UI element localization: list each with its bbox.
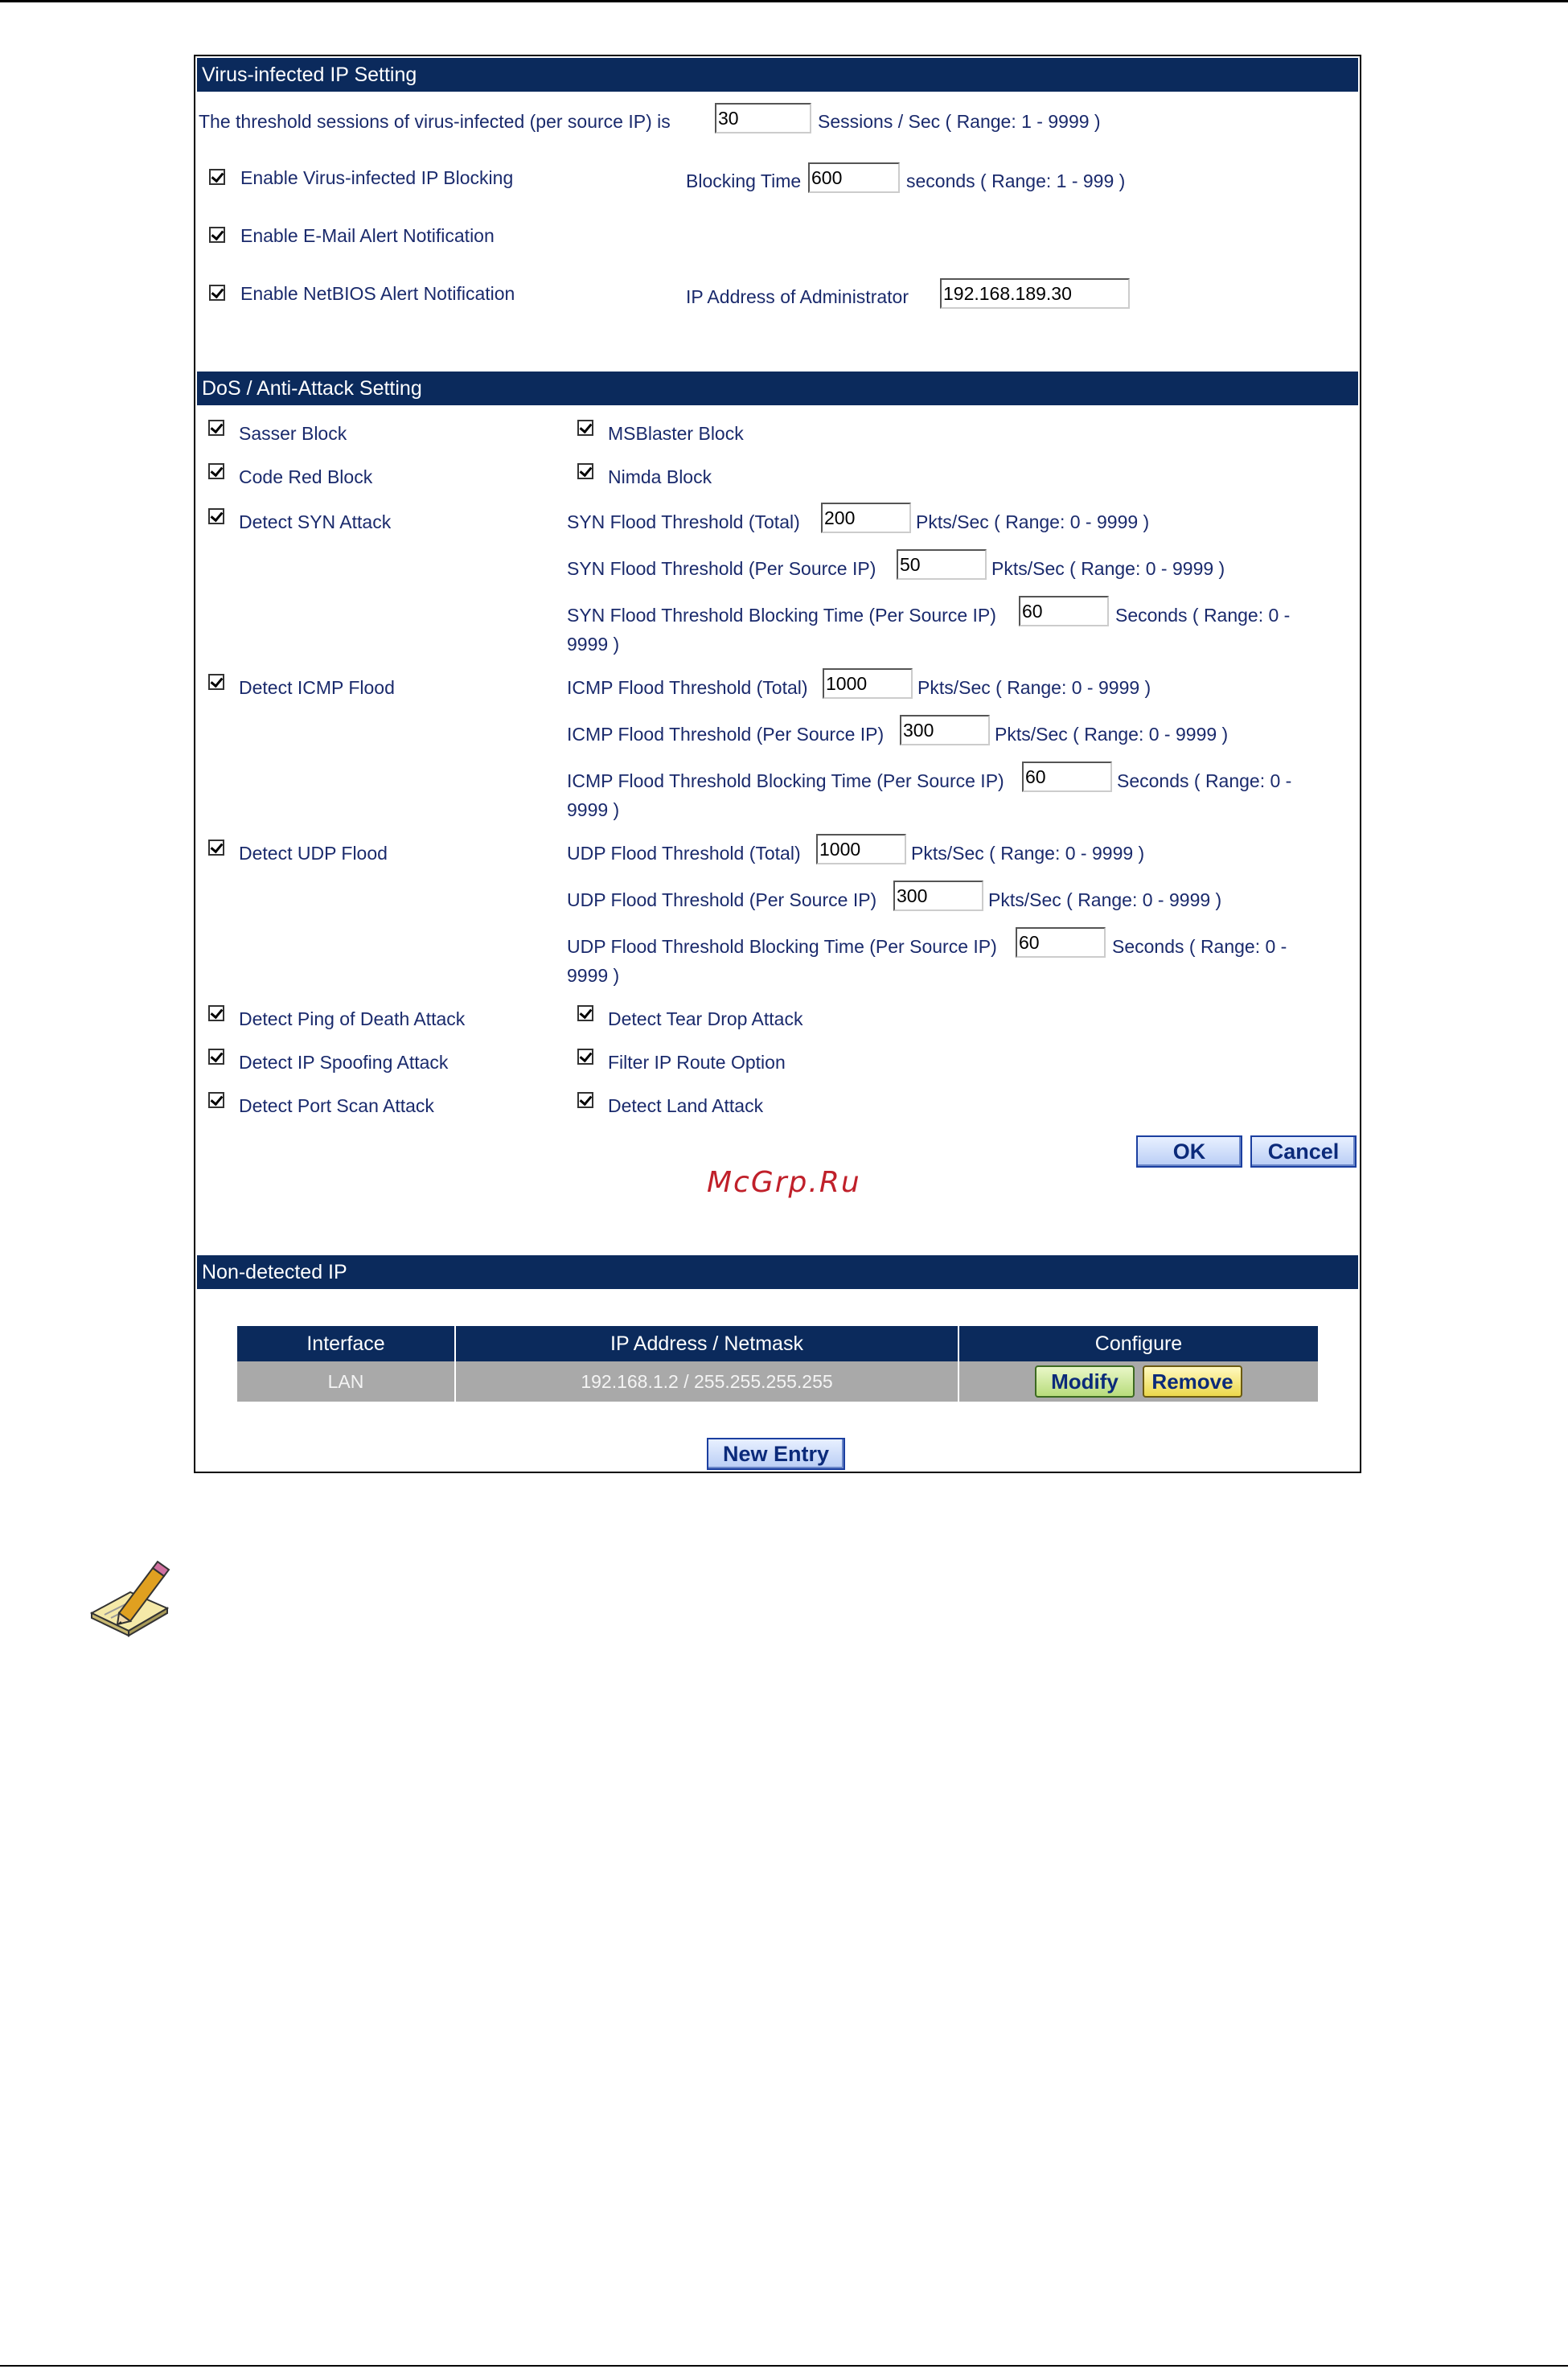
ip-spoofing-label: Detect IP Spoofing Attack	[239, 1052, 449, 1073]
icmp-label: Detect ICMP Flood	[239, 677, 395, 698]
syn-block-input[interactable]	[1019, 596, 1109, 626]
ping-of-death-label: Detect Ping of Death Attack	[239, 1008, 466, 1029]
filter-ip-route-label: Filter IP Route Option	[608, 1052, 786, 1073]
tear-drop-checkbox[interactable]	[577, 1005, 593, 1021]
icmp-total-label: ICMP Flood Threshold (Total)	[567, 677, 808, 698]
ip-spoofing-checkbox[interactable]	[208, 1049, 224, 1065]
ping-of-death-checkbox[interactable]	[208, 1005, 224, 1021]
email-alert-checkbox[interactable]	[209, 227, 225, 243]
email-alert-label: Enable E-Mail Alert Notification	[240, 225, 495, 246]
udp-per-input[interactable]	[893, 881, 983, 911]
syn-block-label: SYN Flood Threshold Blocking Time (Per S…	[567, 605, 996, 626]
msblaster-checkbox[interactable]	[577, 420, 593, 436]
threshold-label: The threshold sessions of virus-infected…	[199, 111, 671, 132]
udp-per-label: UDP Flood Threshold (Per Source IP)	[567, 889, 877, 910]
udp-total-input[interactable]	[816, 834, 906, 864]
column-header-interface: Interface	[237, 1326, 456, 1361]
land-attack-checkbox[interactable]	[577, 1092, 593, 1108]
enable-blocking-checkbox[interactable]	[209, 169, 225, 185]
nimda-label: Nimda Block	[608, 466, 712, 487]
nondetected-section-header: Non-detected IP	[197, 1255, 1358, 1289]
syn-per-input[interactable]	[897, 549, 987, 580]
udp-block-input[interactable]	[1016, 927, 1106, 958]
column-header-ip-netmask: IP Address / Netmask	[455, 1326, 959, 1361]
syn-total-label: SYN Flood Threshold (Total)	[567, 511, 800, 532]
syn-label: Detect SYN Attack	[239, 511, 392, 532]
new-entry-button[interactable]: New Entry	[707, 1438, 845, 1470]
udp-block-unit: Seconds ( Range: 0 -	[1112, 936, 1287, 957]
udp-total-label: UDP Flood Threshold (Total)	[567, 843, 801, 864]
udp-checkbox[interactable]	[208, 840, 224, 856]
row-interface: LAN	[237, 1361, 456, 1402]
dos-section-header: DoS / Anti-Attack Setting	[197, 372, 1358, 405]
ok-button[interactable]: OK	[1136, 1135, 1242, 1168]
syn-per-unit: Pkts/Sec ( Range: 0 - 9999 )	[991, 558, 1225, 579]
netbios-alert-label: Enable NetBIOS Alert Notification	[240, 283, 515, 304]
virus-section-header: Virus-infected IP Setting	[197, 58, 1358, 92]
threshold-input[interactable]	[715, 103, 811, 133]
icmp-total-input[interactable]	[823, 668, 913, 699]
filter-ip-route-checkbox[interactable]	[577, 1049, 593, 1065]
row-configure: Modify Remove	[958, 1361, 1318, 1402]
enable-blocking-label: Enable Virus-infected IP Blocking	[240, 167, 514, 188]
icmp-checkbox[interactable]	[208, 674, 224, 690]
codered-label: Code Red Block	[239, 466, 373, 487]
udp-block-label: UDP Flood Threshold Blocking Time (Per S…	[567, 936, 997, 957]
blocking-time-label: Blocking Time	[686, 170, 802, 191]
port-scan-label: Detect Port Scan Attack	[239, 1095, 434, 1116]
udp-block-unit-cont: 9999 )	[567, 965, 620, 986]
icmp-total-unit: Pkts/Sec ( Range: 0 - 9999 )	[917, 677, 1151, 698]
blocking-time-unit: seconds ( Range: 1 - 999 )	[906, 170, 1126, 191]
udp-per-unit: Pkts/Sec ( Range: 0 - 9999 )	[988, 889, 1222, 910]
nondetected-table: Interface IP Address / Netmask Configure…	[237, 1326, 1318, 1402]
icmp-block-label: ICMP Flood Threshold Blocking Time (Per …	[567, 770, 1004, 791]
syn-block-unit-cont: 9999 )	[567, 634, 620, 655]
icmp-block-unit-cont: 9999 )	[567, 799, 620, 820]
cancel-button[interactable]: Cancel	[1250, 1135, 1357, 1168]
syn-total-unit: Pkts/Sec ( Range: 0 - 9999 )	[916, 511, 1150, 532]
top-page-rule	[0, 0, 1568, 2]
nimda-checkbox[interactable]	[577, 463, 593, 479]
msblaster-label: MSBlaster Block	[608, 423, 744, 444]
sasser-label: Sasser Block	[239, 423, 347, 444]
settings-panel: Virus-infected IP Setting The threshold …	[194, 55, 1361, 1473]
land-attack-label: Detect Land Attack	[608, 1095, 764, 1116]
syn-checkbox[interactable]	[208, 508, 224, 524]
icmp-block-unit: Seconds ( Range: 0 -	[1117, 770, 1292, 791]
port-scan-checkbox[interactable]	[208, 1092, 224, 1108]
remove-button[interactable]: Remove	[1143, 1365, 1242, 1398]
admin-ip-input[interactable]	[940, 278, 1130, 309]
bottom-page-rule	[0, 2365, 1568, 2367]
icmp-block-input[interactable]	[1022, 762, 1112, 792]
table-row: LAN 192.168.1.2 / 255.255.255.255 Modify…	[237, 1361, 1318, 1402]
codered-checkbox[interactable]	[208, 463, 224, 479]
udp-label: Detect UDP Flood	[239, 843, 388, 864]
icmp-per-unit: Pkts/Sec ( Range: 0 - 9999 )	[995, 724, 1229, 745]
sasser-checkbox[interactable]	[208, 420, 224, 436]
watermark-text: McGrp.Ru	[707, 1166, 861, 1199]
blocking-time-input[interactable]	[808, 162, 900, 193]
row-ip-netmask: 192.168.1.2 / 255.255.255.255	[455, 1361, 959, 1402]
icmp-per-label: ICMP Flood Threshold (Per Source IP)	[567, 724, 885, 745]
netbios-alert-checkbox[interactable]	[209, 285, 225, 301]
threshold-unit: Sessions / Sec ( Range: 1 - 9999 )	[818, 111, 1101, 132]
syn-block-unit: Seconds ( Range: 0 -	[1115, 605, 1291, 626]
syn-total-input[interactable]	[821, 503, 911, 533]
syn-per-label: SYN Flood Threshold (Per Source IP)	[567, 558, 876, 579]
modify-button[interactable]: Modify	[1035, 1365, 1135, 1398]
pencil-note-icon	[87, 1557, 172, 1642]
udp-total-unit: Pkts/Sec ( Range: 0 - 9999 )	[911, 843, 1145, 864]
tear-drop-label: Detect Tear Drop Attack	[608, 1008, 803, 1029]
icmp-per-input[interactable]	[900, 715, 990, 745]
admin-ip-label: IP Address of Administrator	[686, 286, 909, 307]
table-header-row: Interface IP Address / Netmask Configure	[237, 1326, 1318, 1361]
column-header-configure: Configure	[958, 1326, 1318, 1361]
